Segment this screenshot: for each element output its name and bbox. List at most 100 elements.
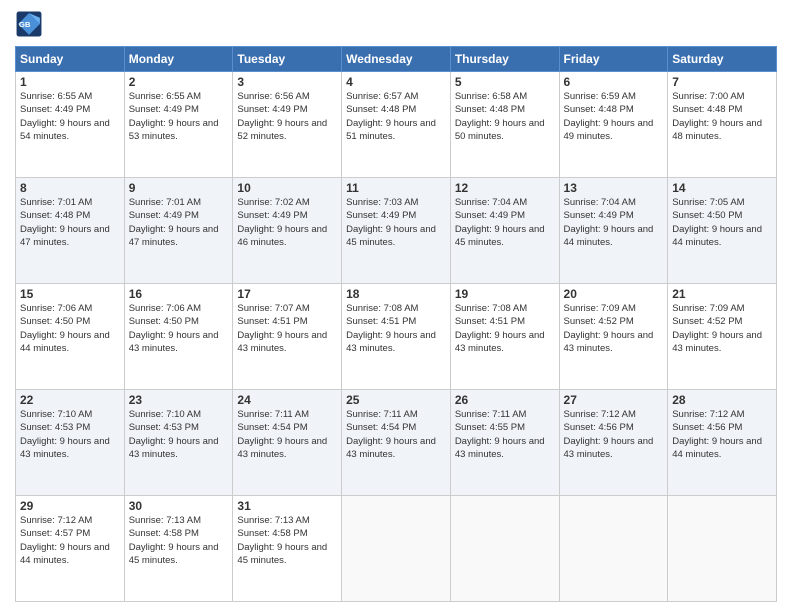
day-header-saturday: Saturday bbox=[668, 47, 777, 72]
day-info: Sunrise: 7:11 AMSunset: 4:54 PMDaylight:… bbox=[237, 408, 337, 461]
svg-text:GB: GB bbox=[19, 20, 31, 29]
calendar-cell: 3 Sunrise: 6:56 AMSunset: 4:49 PMDayligh… bbox=[233, 72, 342, 178]
calendar-cell: 31 Sunrise: 7:13 AMSunset: 4:58 PMDaylig… bbox=[233, 496, 342, 602]
day-info: Sunrise: 6:57 AMSunset: 4:48 PMDaylight:… bbox=[346, 90, 446, 143]
day-number: 1 bbox=[20, 75, 120, 89]
day-info: Sunrise: 6:58 AMSunset: 4:48 PMDaylight:… bbox=[455, 90, 555, 143]
calendar-cell bbox=[450, 496, 559, 602]
day-info: Sunrise: 7:06 AMSunset: 4:50 PMDaylight:… bbox=[129, 302, 229, 355]
day-number: 19 bbox=[455, 287, 555, 301]
calendar-cell: 26 Sunrise: 7:11 AMSunset: 4:55 PMDaylig… bbox=[450, 390, 559, 496]
day-header-wednesday: Wednesday bbox=[342, 47, 451, 72]
day-info: Sunrise: 7:13 AMSunset: 4:58 PMDaylight:… bbox=[237, 514, 337, 567]
day-number: 8 bbox=[20, 181, 120, 195]
day-number: 11 bbox=[346, 181, 446, 195]
calendar-cell bbox=[559, 496, 668, 602]
day-info: Sunrise: 7:10 AMSunset: 4:53 PMDaylight:… bbox=[20, 408, 120, 461]
calendar-cell: 30 Sunrise: 7:13 AMSunset: 4:58 PMDaylig… bbox=[124, 496, 233, 602]
day-number: 7 bbox=[672, 75, 772, 89]
page: GB SundayMondayTuesdayWednesdayThursdayF… bbox=[0, 0, 792, 612]
calendar-week-5: 29 Sunrise: 7:12 AMSunset: 4:57 PMDaylig… bbox=[16, 496, 777, 602]
day-number: 10 bbox=[237, 181, 337, 195]
calendar-week-1: 1 Sunrise: 6:55 AMSunset: 4:49 PMDayligh… bbox=[16, 72, 777, 178]
calendar-cell: 13 Sunrise: 7:04 AMSunset: 4:49 PMDaylig… bbox=[559, 178, 668, 284]
day-info: Sunrise: 7:04 AMSunset: 4:49 PMDaylight:… bbox=[564, 196, 664, 249]
calendar-cell bbox=[342, 496, 451, 602]
day-number: 15 bbox=[20, 287, 120, 301]
logo-icon: GB bbox=[15, 10, 43, 38]
day-info: Sunrise: 7:09 AMSunset: 4:52 PMDaylight:… bbox=[564, 302, 664, 355]
calendar-cell: 29 Sunrise: 7:12 AMSunset: 4:57 PMDaylig… bbox=[16, 496, 125, 602]
day-info: Sunrise: 6:55 AMSunset: 4:49 PMDaylight:… bbox=[129, 90, 229, 143]
calendar-cell: 15 Sunrise: 7:06 AMSunset: 4:50 PMDaylig… bbox=[16, 284, 125, 390]
day-info: Sunrise: 7:12 AMSunset: 4:56 PMDaylight:… bbox=[564, 408, 664, 461]
calendar-header-row: SundayMondayTuesdayWednesdayThursdayFrid… bbox=[16, 47, 777, 72]
day-number: 14 bbox=[672, 181, 772, 195]
calendar-cell: 19 Sunrise: 7:08 AMSunset: 4:51 PMDaylig… bbox=[450, 284, 559, 390]
calendar-cell: 17 Sunrise: 7:07 AMSunset: 4:51 PMDaylig… bbox=[233, 284, 342, 390]
calendar-week-2: 8 Sunrise: 7:01 AMSunset: 4:48 PMDayligh… bbox=[16, 178, 777, 284]
header: GB bbox=[15, 10, 777, 38]
calendar-cell: 2 Sunrise: 6:55 AMSunset: 4:49 PMDayligh… bbox=[124, 72, 233, 178]
day-info: Sunrise: 7:09 AMSunset: 4:52 PMDaylight:… bbox=[672, 302, 772, 355]
day-info: Sunrise: 6:59 AMSunset: 4:48 PMDaylight:… bbox=[564, 90, 664, 143]
day-number: 26 bbox=[455, 393, 555, 407]
calendar-cell: 11 Sunrise: 7:03 AMSunset: 4:49 PMDaylig… bbox=[342, 178, 451, 284]
calendar-cell bbox=[668, 496, 777, 602]
day-info: Sunrise: 7:07 AMSunset: 4:51 PMDaylight:… bbox=[237, 302, 337, 355]
calendar-cell: 8 Sunrise: 7:01 AMSunset: 4:48 PMDayligh… bbox=[16, 178, 125, 284]
day-header-thursday: Thursday bbox=[450, 47, 559, 72]
day-info: Sunrise: 7:12 AMSunset: 4:56 PMDaylight:… bbox=[672, 408, 772, 461]
calendar-cell: 25 Sunrise: 7:11 AMSunset: 4:54 PMDaylig… bbox=[342, 390, 451, 496]
calendar-cell: 24 Sunrise: 7:11 AMSunset: 4:54 PMDaylig… bbox=[233, 390, 342, 496]
day-info: Sunrise: 7:03 AMSunset: 4:49 PMDaylight:… bbox=[346, 196, 446, 249]
day-number: 24 bbox=[237, 393, 337, 407]
day-number: 31 bbox=[237, 499, 337, 513]
day-number: 9 bbox=[129, 181, 229, 195]
calendar-cell: 21 Sunrise: 7:09 AMSunset: 4:52 PMDaylig… bbox=[668, 284, 777, 390]
day-number: 16 bbox=[129, 287, 229, 301]
day-number: 13 bbox=[564, 181, 664, 195]
day-info: Sunrise: 6:55 AMSunset: 4:49 PMDaylight:… bbox=[20, 90, 120, 143]
day-number: 18 bbox=[346, 287, 446, 301]
calendar-cell: 6 Sunrise: 6:59 AMSunset: 4:48 PMDayligh… bbox=[559, 72, 668, 178]
day-number: 6 bbox=[564, 75, 664, 89]
calendar-week-4: 22 Sunrise: 7:10 AMSunset: 4:53 PMDaylig… bbox=[16, 390, 777, 496]
day-info: Sunrise: 7:12 AMSunset: 4:57 PMDaylight:… bbox=[20, 514, 120, 567]
day-number: 3 bbox=[237, 75, 337, 89]
calendar-cell: 7 Sunrise: 7:00 AMSunset: 4:48 PMDayligh… bbox=[668, 72, 777, 178]
day-info: Sunrise: 7:08 AMSunset: 4:51 PMDaylight:… bbox=[455, 302, 555, 355]
day-number: 25 bbox=[346, 393, 446, 407]
calendar-cell: 1 Sunrise: 6:55 AMSunset: 4:49 PMDayligh… bbox=[16, 72, 125, 178]
day-number: 22 bbox=[20, 393, 120, 407]
calendar-cell: 28 Sunrise: 7:12 AMSunset: 4:56 PMDaylig… bbox=[668, 390, 777, 496]
calendar-cell: 5 Sunrise: 6:58 AMSunset: 4:48 PMDayligh… bbox=[450, 72, 559, 178]
day-info: Sunrise: 7:06 AMSunset: 4:50 PMDaylight:… bbox=[20, 302, 120, 355]
day-info: Sunrise: 6:56 AMSunset: 4:49 PMDaylight:… bbox=[237, 90, 337, 143]
day-info: Sunrise: 7:13 AMSunset: 4:58 PMDaylight:… bbox=[129, 514, 229, 567]
calendar-cell: 27 Sunrise: 7:12 AMSunset: 4:56 PMDaylig… bbox=[559, 390, 668, 496]
day-number: 5 bbox=[455, 75, 555, 89]
day-header-friday: Friday bbox=[559, 47, 668, 72]
calendar-cell: 9 Sunrise: 7:01 AMSunset: 4:49 PMDayligh… bbox=[124, 178, 233, 284]
day-info: Sunrise: 7:11 AMSunset: 4:54 PMDaylight:… bbox=[346, 408, 446, 461]
calendar-cell: 16 Sunrise: 7:06 AMSunset: 4:50 PMDaylig… bbox=[124, 284, 233, 390]
logo: GB bbox=[15, 10, 47, 38]
day-number: 30 bbox=[129, 499, 229, 513]
calendar-cell: 20 Sunrise: 7:09 AMSunset: 4:52 PMDaylig… bbox=[559, 284, 668, 390]
calendar-cell: 14 Sunrise: 7:05 AMSunset: 4:50 PMDaylig… bbox=[668, 178, 777, 284]
day-info: Sunrise: 7:08 AMSunset: 4:51 PMDaylight:… bbox=[346, 302, 446, 355]
day-number: 4 bbox=[346, 75, 446, 89]
day-number: 20 bbox=[564, 287, 664, 301]
calendar-cell: 23 Sunrise: 7:10 AMSunset: 4:53 PMDaylig… bbox=[124, 390, 233, 496]
day-number: 21 bbox=[672, 287, 772, 301]
calendar-cell: 12 Sunrise: 7:04 AMSunset: 4:49 PMDaylig… bbox=[450, 178, 559, 284]
day-info: Sunrise: 7:02 AMSunset: 4:49 PMDaylight:… bbox=[237, 196, 337, 249]
day-header-tuesday: Tuesday bbox=[233, 47, 342, 72]
day-number: 2 bbox=[129, 75, 229, 89]
calendar-cell: 10 Sunrise: 7:02 AMSunset: 4:49 PMDaylig… bbox=[233, 178, 342, 284]
day-header-sunday: Sunday bbox=[16, 47, 125, 72]
day-info: Sunrise: 7:11 AMSunset: 4:55 PMDaylight:… bbox=[455, 408, 555, 461]
day-info: Sunrise: 7:01 AMSunset: 4:49 PMDaylight:… bbox=[129, 196, 229, 249]
day-number: 27 bbox=[564, 393, 664, 407]
